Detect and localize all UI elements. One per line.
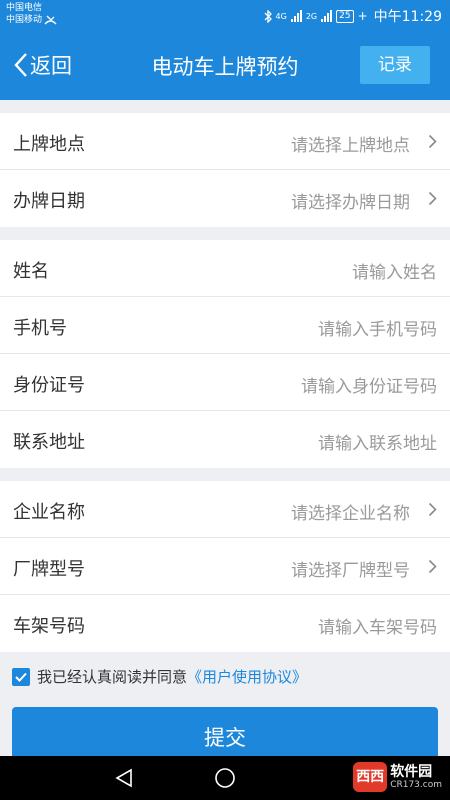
signal-2-icon <box>321 10 333 22</box>
date-select[interactable]: 请选择办牌日期 <box>291 188 410 213</box>
network-type-2: 2G <box>305 11 318 21</box>
model-select[interactable]: 请选择厂牌型号 <box>291 556 410 581</box>
chevron-right-icon <box>428 191 437 206</box>
field-label: 上牌地点 <box>13 134 85 155</box>
watermark-sub: CR173.com <box>390 780 442 790</box>
chevron-right-icon <box>428 502 437 517</box>
watermark-text: 软件园 <box>390 764 433 780</box>
chevron-right-icon <box>428 559 437 574</box>
nav-home-icon[interactable] <box>214 767 236 789</box>
watermark-badge: 西西 <box>353 762 388 792</box>
field-label: 手机号 <box>13 318 67 339</box>
header-bar: 返回 电动车上牌预约 记录 <box>0 30 450 100</box>
record-button[interactable]: 记录 <box>360 46 430 84</box>
id-number-input[interactable]: 请输入身份证号码 <box>301 372 437 397</box>
field-label: 身份证号 <box>13 375 85 396</box>
carrier-1-label: 中国电信 <box>6 3 43 13</box>
user-agreement-link[interactable]: 《用户使用协议》 <box>187 666 307 687</box>
location-select[interactable]: 请选择上牌地点 <box>291 131 410 156</box>
network-type-1: 4G <box>275 11 287 21</box>
form-row-model[interactable]: 厂牌型号 请选择厂牌型号 <box>0 538 450 595</box>
form-row-id-number[interactable]: 身份证号 请输入身份证号码 <box>0 354 450 411</box>
company-select[interactable]: 请选择企业名称 <box>291 499 410 524</box>
battery-icon: 25 <box>336 9 354 23</box>
agreement-checkbox[interactable] <box>12 667 30 686</box>
location-date-group: 上牌地点 请选择上牌地点 办牌日期 请选择办牌日期 <box>0 113 450 227</box>
carrier-info: 中国电信 中国移动 <box>6 2 57 26</box>
phone-input[interactable]: 请输入手机号码 <box>318 315 437 340</box>
field-label: 厂牌型号 <box>13 559 85 580</box>
form-row-name[interactable]: 姓名 请输入姓名 <box>0 240 450 297</box>
bluetooth-icon <box>264 9 272 23</box>
check-icon <box>15 672 27 682</box>
status-bar: 中国电信 中国移动 4G 2G 25 + 中午11:29 <box>0 0 450 30</box>
field-label: 姓名 <box>13 261 49 282</box>
missed-call-icon <box>44 15 57 25</box>
clock: 中午11:29 <box>373 9 442 25</box>
form-row-date[interactable]: 办牌日期 请选择办牌日期 <box>0 170 450 227</box>
field-label: 车架号码 <box>13 616 85 637</box>
watermark-logo: 西西 软件园 CR173.com <box>353 762 442 792</box>
carrier-2-label: 中国移动 <box>6 15 43 25</box>
form-row-frame-number[interactable]: 车架号码 请输入车架号码 <box>0 595 450 652</box>
agreement-row: 我已经认真阅读并同意 《用户使用协议》 <box>12 666 307 687</box>
agreement-text: 我已经认真阅读并同意 <box>37 668 188 686</box>
address-input[interactable]: 请输入联系地址 <box>318 429 437 454</box>
field-label: 企业名称 <box>13 502 85 523</box>
vehicle-info-group: 企业名称 请选择企业名称 厂牌型号 请选择厂牌型号 车架号码 请输入车架号码 <box>0 481 450 652</box>
chevron-right-icon <box>428 134 437 149</box>
frame-number-input[interactable]: 请输入车架号码 <box>318 613 437 638</box>
field-label: 办牌日期 <box>13 191 85 212</box>
battery-level: 25 <box>339 10 351 21</box>
name-input[interactable]: 请输入姓名 <box>352 258 437 283</box>
signal-1-icon <box>290 10 302 22</box>
form-row-phone[interactable]: 手机号 请输入手机号码 <box>0 297 450 354</box>
form-row-location[interactable]: 上牌地点 请选择上牌地点 <box>0 113 450 170</box>
form-row-address[interactable]: 联系地址 请输入联系地址 <box>0 411 450 468</box>
nav-back-icon[interactable] <box>113 767 135 789</box>
charging-icon: + <box>357 9 368 23</box>
personal-info-group: 姓名 请输入姓名 手机号 请输入手机号码 身份证号 请输入身份证号码 联系地址 … <box>0 240 450 468</box>
field-label: 联系地址 <box>13 432 85 453</box>
form-row-company[interactable]: 企业名称 请选择企业名称 <box>0 481 450 538</box>
system-nav-bar: 西西 软件园 CR173.com <box>0 756 450 800</box>
